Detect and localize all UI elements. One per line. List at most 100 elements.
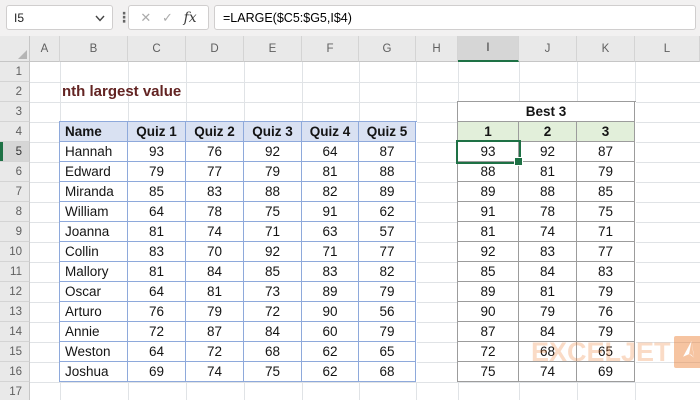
column-header-B[interactable]: B [60,36,128,62]
column-header-G[interactable]: G [359,36,416,62]
cell-student-name[interactable]: Weston [60,342,128,362]
cell-quiz-score[interactable]: 62 [302,362,359,382]
cell-best3-value[interactable]: 83 [519,242,577,262]
cell-quiz-score[interactable]: 65 [359,342,416,362]
column-header-D[interactable]: D [186,36,244,62]
cell-best3-value[interactable]: 88 [458,162,519,182]
row-header-5[interactable]: 5 [0,142,30,162]
cell-quiz-score[interactable]: 83 [128,242,186,262]
cell-best3-value[interactable]: 89 [458,182,519,202]
cell-best3-value[interactable]: 69 [577,362,635,382]
row-header-15[interactable]: 15 [0,342,30,362]
best3-rank-cell[interactable]: 3 [577,122,635,142]
cell-best3-value[interactable]: 75 [458,362,519,382]
cell-quiz-score[interactable]: 88 [244,182,302,202]
cell-quiz-score[interactable]: 75 [244,202,302,222]
cell-quiz-score[interactable]: 70 [186,242,244,262]
column-header-E[interactable]: E [244,36,302,62]
cell-quiz-score[interactable]: 78 [186,202,244,222]
cancel-icon[interactable]: ✕ [140,11,151,24]
cell-student-name[interactable]: Mallory [60,262,128,282]
cell-quiz-score[interactable]: 81 [302,162,359,182]
cell-quiz-score[interactable]: 64 [302,142,359,162]
cell-quiz-score[interactable]: 77 [359,242,416,262]
cell-quiz-score[interactable]: 71 [244,222,302,242]
best3-rank-cell[interactable]: 2 [519,122,577,142]
cell-quiz-score[interactable]: 71 [302,242,359,262]
column-header-I[interactable]: I [458,36,519,62]
cell-student-name[interactable]: Edward [60,162,128,182]
row-header-14[interactable]: 14 [0,322,30,342]
row-header-10[interactable]: 10 [0,242,30,262]
cell-quiz-score[interactable]: 84 [244,322,302,342]
cell-quiz-score[interactable]: 69 [128,362,186,382]
cell-best3-value[interactable]: 74 [519,362,577,382]
cell-best3-value[interactable]: 79 [577,162,635,182]
cell-quiz-score[interactable]: 87 [186,322,244,342]
cell-quiz-score[interactable]: 92 [244,142,302,162]
cell-best3-value[interactable]: 81 [519,282,577,302]
cell-quiz-score[interactable]: 79 [359,322,416,342]
quiz-header-cell[interactable]: Quiz 5 [359,122,416,142]
cell-quiz-score[interactable]: 81 [128,262,186,282]
column-header-F[interactable]: F [302,36,359,62]
cell-quiz-score[interactable]: 63 [302,222,359,242]
cell-quiz-score[interactable]: 83 [186,182,244,202]
cell-quiz-score[interactable]: 79 [244,162,302,182]
cell-best3-value[interactable]: 78 [519,202,577,222]
cell-quiz-score[interactable]: 64 [128,202,186,222]
cell-best3-value[interactable]: 77 [577,242,635,262]
cell-student-name[interactable]: Collin [60,242,128,262]
cell-quiz-score[interactable]: 85 [128,182,186,202]
cell-best3-value[interactable]: 90 [458,302,519,322]
name-box[interactable]: I5 [6,5,113,30]
cell-best3-value[interactable]: 74 [519,222,577,242]
cell-quiz-score[interactable]: 91 [302,202,359,222]
row-header-13[interactable]: 13 [0,302,30,322]
cell-best3-value[interactable]: 87 [458,322,519,342]
cell-quiz-score[interactable]: 85 [244,262,302,282]
cell-best3-value[interactable]: 88 [519,182,577,202]
row-header-6[interactable]: 6 [0,162,30,182]
cell-quiz-score[interactable]: 82 [359,262,416,282]
cell-quiz-score[interactable]: 81 [186,282,244,302]
fill-handle[interactable] [514,157,523,166]
cell-quiz-score[interactable]: 90 [302,302,359,322]
row-header-16[interactable]: 16 [0,362,30,382]
row-header-12[interactable]: 12 [0,282,30,302]
row-header-3[interactable]: 3 [0,102,30,122]
cell-quiz-score[interactable]: 81 [128,222,186,242]
cell-quiz-score[interactable]: 84 [186,262,244,282]
cell-best3-value[interactable]: 84 [519,262,577,282]
cell-best3-value[interactable]: 81 [519,162,577,182]
cell-best3-value[interactable]: 87 [577,142,635,162]
cell-best3-value[interactable]: 91 [458,202,519,222]
quiz-header-cell[interactable]: Name [60,122,128,142]
cell-student-name[interactable]: William [60,202,128,222]
cell-best3-value[interactable]: 79 [577,282,635,302]
row-header-9[interactable]: 9 [0,222,30,242]
cell-student-name[interactable]: Oscar [60,282,128,302]
cell-quiz-score[interactable]: 79 [186,302,244,322]
cell-best3-value[interactable]: 81 [458,222,519,242]
cell-student-name[interactable]: Arturo [60,302,128,322]
cell-quiz-score[interactable]: 72 [244,302,302,322]
cell-quiz-score[interactable]: 83 [302,262,359,282]
row-header-17[interactable]: 17 [0,382,30,400]
cell-best3-value[interactable]: 85 [577,182,635,202]
quiz-header-cell[interactable]: Quiz 4 [302,122,359,142]
cell-quiz-score[interactable]: 68 [244,342,302,362]
column-header-H[interactable]: H [416,36,458,62]
best3-rank-cell[interactable]: 1 [458,122,519,142]
cell-best3-value[interactable]: 72 [458,342,519,362]
cell-student-name[interactable]: Joshua [60,362,128,382]
cell-quiz-score[interactable]: 82 [302,182,359,202]
cell-quiz-score[interactable]: 62 [359,202,416,222]
column-header-C[interactable]: C [128,36,186,62]
column-header-L[interactable]: L [635,36,700,62]
cell-best3-value[interactable]: 68 [519,342,577,362]
cell-student-name[interactable]: Hannah [60,142,128,162]
cell-best3-value[interactable]: 92 [519,142,577,162]
quiz-header-cell[interactable]: Quiz 1 [128,122,186,142]
cell-quiz-score[interactable]: 87 [359,142,416,162]
